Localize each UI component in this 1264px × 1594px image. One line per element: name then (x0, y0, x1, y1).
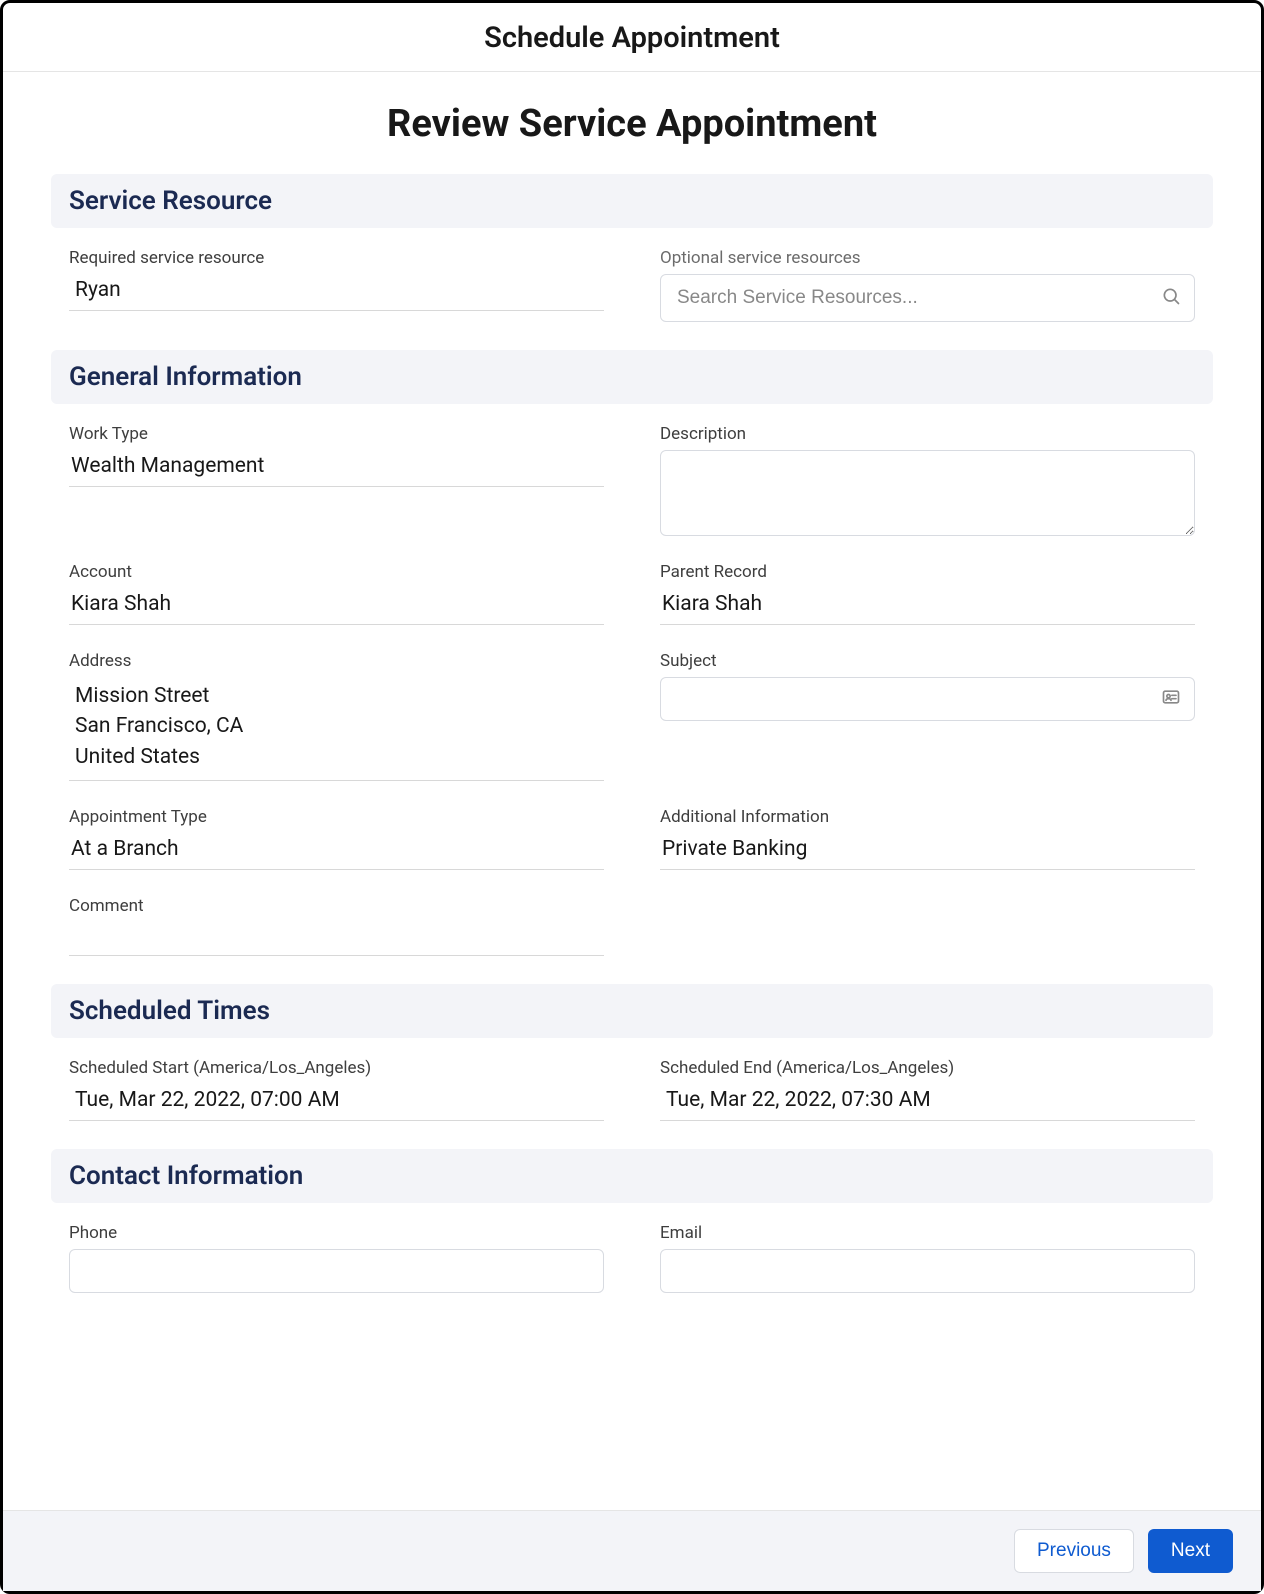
phone-input[interactable] (69, 1249, 604, 1293)
section-header-service-resource: Service Resource (51, 174, 1213, 228)
previous-button[interactable]: Previous (1014, 1529, 1134, 1573)
field-appointment-type: Appointment Type At a Branch (69, 807, 604, 870)
page-title: Review Service Appointment (51, 102, 1213, 146)
value-required-service-resource: Ryan (69, 274, 604, 311)
label-scheduled-start: Scheduled Start (America/Los_Angeles) (69, 1058, 604, 1078)
email-input[interactable] (660, 1249, 1195, 1293)
value-work-type: Wealth Management (69, 450, 604, 487)
field-phone: Phone (69, 1223, 604, 1293)
field-address: Address Mission Street San Francisco, CA… (69, 651, 604, 781)
value-comment (69, 922, 604, 956)
section-header-contact-info: Contact Information (51, 1149, 1213, 1203)
field-work-type: Work Type Wealth Management (69, 424, 604, 536)
value-account: Kiara Shah (69, 588, 604, 625)
label-required-service-resource: Required service resource (69, 248, 604, 268)
modal-footer: Previous Next (3, 1510, 1261, 1591)
optional-service-resources-search-input[interactable] (660, 274, 1195, 322)
label-phone: Phone (69, 1223, 604, 1243)
section-header-scheduled-times: Scheduled Times (51, 984, 1213, 1038)
value-scheduled-end: Tue, Mar 22, 2022, 07:30 AM (660, 1084, 1195, 1121)
field-required-service-resource: Required service resource Ryan (69, 248, 604, 322)
field-comment: Comment (69, 896, 604, 956)
label-subject: Subject (660, 651, 1195, 671)
label-parent-record: Parent Record (660, 562, 1195, 582)
description-textarea[interactable] (660, 450, 1195, 536)
label-comment: Comment (69, 896, 604, 916)
label-work-type: Work Type (69, 424, 604, 444)
field-account: Account Kiara Shah (69, 562, 604, 625)
modal-title: Schedule Appointment (3, 21, 1261, 55)
value-scheduled-start: Tue, Mar 22, 2022, 07:00 AM (69, 1084, 604, 1121)
scroll-area[interactable]: Review Service Appointment Service Resou… (3, 72, 1261, 1510)
next-button[interactable]: Next (1148, 1529, 1233, 1573)
label-email: Email (660, 1223, 1195, 1243)
value-address: Mission Street San Francisco, CA United … (69, 677, 604, 781)
subject-input[interactable] (660, 677, 1195, 721)
label-scheduled-end: Scheduled End (America/Los_Angeles) (660, 1058, 1195, 1078)
value-parent-record: Kiara Shah (660, 588, 1195, 625)
section-header-general-info: General Information (51, 350, 1213, 404)
label-additional-info: Additional Information (660, 807, 1195, 827)
field-description: Description (660, 424, 1195, 536)
label-optional-service-resources: Optional service resources (660, 248, 1195, 268)
field-scheduled-end: Scheduled End (America/Los_Angeles) Tue,… (660, 1058, 1195, 1121)
value-appointment-type: At a Branch (69, 833, 604, 870)
field-parent-record: Parent Record Kiara Shah (660, 562, 1195, 625)
label-account: Account (69, 562, 604, 582)
field-optional-service-resources: Optional service resources (660, 248, 1195, 322)
field-additional-info: Additional Information Private Banking (660, 807, 1195, 870)
label-appointment-type: Appointment Type (69, 807, 604, 827)
modal-header: Schedule Appointment (3, 3, 1261, 72)
label-address: Address (69, 651, 604, 671)
value-additional-info: Private Banking (660, 833, 1195, 870)
field-email: Email (660, 1223, 1195, 1293)
label-description: Description (660, 424, 1195, 444)
field-scheduled-start: Scheduled Start (America/Los_Angeles) Tu… (69, 1058, 604, 1121)
field-subject: Subject (660, 651, 1195, 781)
